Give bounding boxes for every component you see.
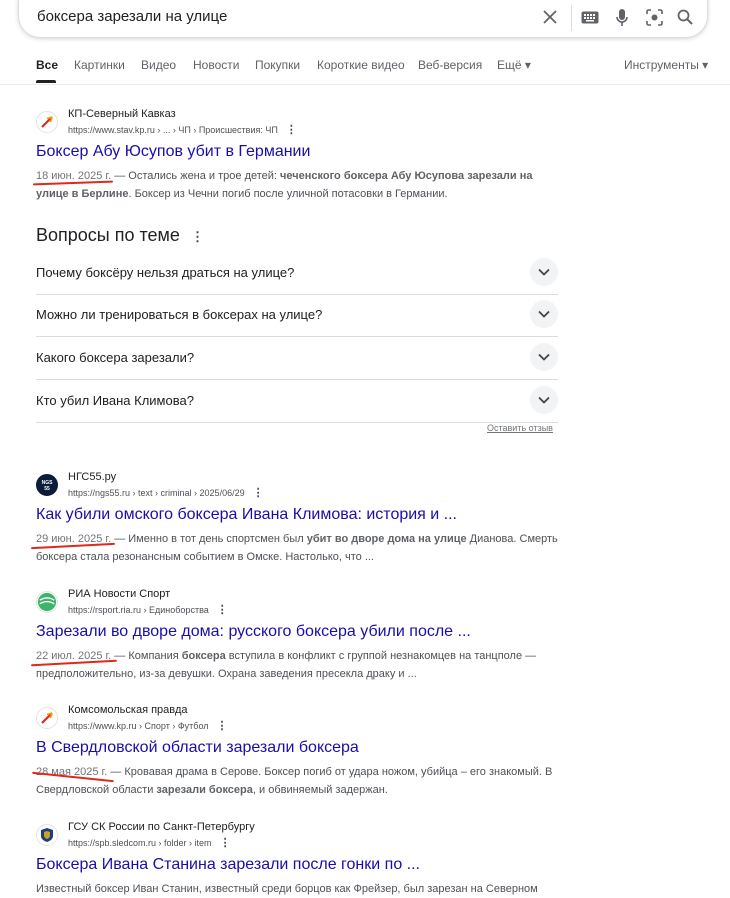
chevron-down-icon[interactable] — [530, 258, 558, 286]
result-site-name: НГС55.ру — [68, 471, 117, 483]
search-divider — [571, 5, 572, 31]
result-site-name: РИА Новости Спорт — [68, 588, 171, 600]
result-url[interactable]: https://ngs55.ru › text › criminal › 202… — [68, 486, 264, 499]
chevron-down-icon[interactable] — [530, 386, 558, 414]
tab-all[interactable]: Все — [36, 58, 58, 72]
result-site-name: ГСУ СК России по Санкт-Петербургу — [68, 821, 255, 833]
result-site-name: КП-Северный Кавказ — [68, 108, 176, 120]
paa-heading: Вопросы по теме ⋮ — [36, 225, 204, 245]
tab-shopping[interactable]: Покупки — [255, 58, 300, 72]
more-options-icon[interactable]: ⋮ — [217, 603, 228, 616]
result-title-link[interactable]: Боксер Абу Юсупов убит в Германии — [36, 143, 310, 161]
kp-icon — [36, 111, 58, 133]
tab-video[interactable]: Видео — [141, 58, 176, 72]
paa-question[interactable]: Кто убил Ивана Климова? — [36, 380, 558, 423]
result-snippet: 18 июн. 2025 г. — Остались жена и трое д… — [36, 170, 533, 200]
result-title-link[interactable]: Зарезали во дворе дома: русского боксера… — [36, 623, 471, 641]
chevron-down-icon[interactable] — [530, 300, 558, 328]
tab-web[interactable]: Веб-версия — [418, 58, 482, 72]
more-options-icon[interactable]: ⋮ — [220, 836, 231, 849]
result-snippet: 28 мая 2025 г. — Кровавая драма в Серове… — [36, 766, 553, 796]
clear-icon[interactable] — [539, 6, 561, 28]
chevron-down-icon[interactable] — [530, 343, 558, 371]
svg-text:55: 55 — [44, 486, 50, 492]
search-tabs: Все Картинки Видео Новости Покупки Корот… — [0, 58, 730, 85]
active-tab-indicator — [36, 80, 56, 83]
more-options-icon[interactable]: ⋮ — [253, 486, 264, 499]
result-url[interactable]: https://spb.sledcom.ru › folder › item ⋮ — [68, 836, 231, 849]
feedback-link[interactable]: Оставить отзыв — [487, 423, 553, 433]
result-url[interactable]: https://rsport.ria.ru › Единоборства ⋮ — [68, 603, 228, 616]
result-url[interactable]: https://www.stav.kp.ru › ... › ЧП › Прои… — [68, 123, 297, 136]
microphone-icon[interactable] — [611, 6, 633, 28]
search-box[interactable]: боксера зарезали на улице — [18, 0, 708, 38]
sk-icon — [36, 824, 58, 846]
tab-short-videos[interactable]: Короткие видео — [317, 58, 405, 72]
search-icon[interactable] — [674, 6, 696, 28]
tab-news[interactable]: Новости — [193, 58, 239, 72]
tab-images[interactable]: Картинки — [74, 58, 125, 72]
result-snippet: Известный боксер Иван Станин, известный … — [36, 883, 538, 895]
result-snippet: 29 июн. 2025 г. — Именно в тот день спор… — [36, 533, 558, 563]
result-title-link[interactable]: Как убили омского боксера Ивана Климова:… — [36, 506, 457, 524]
result-url[interactable]: https://www.kp.ru › Спорт › Футбол ⋮ — [68, 719, 228, 732]
kp-icon — [36, 707, 58, 729]
ria-icon — [36, 591, 58, 613]
result-title-link[interactable]: В Свердловской области зарезали боксера — [36, 739, 359, 757]
lens-icon[interactable] — [643, 6, 665, 28]
result-title-link[interactable]: Боксера Ивана Станина зарезали после гон… — [36, 856, 420, 874]
paa-question[interactable]: Почему боксёру нельзя драться на улице? — [36, 252, 558, 295]
keyboard-icon[interactable] — [579, 6, 601, 28]
result-site-name: Комсомольская правда — [68, 704, 188, 716]
ngs-icon: NGS 55 — [36, 474, 58, 496]
result-snippet: 22 июл. 2025 г. — Компания боксера вступ… — [36, 650, 537, 680]
search-input[interactable]: боксера зарезали на улице — [37, 8, 227, 25]
paa-question[interactable]: Можно ли тренироваться в боксерах на ули… — [36, 294, 558, 337]
tools-button[interactable]: Инструменты ▾ — [624, 58, 708, 72]
more-options-icon[interactable]: ⋮ — [286, 123, 297, 136]
tab-more[interactable]: Ещё ▾ — [497, 58, 531, 72]
more-options-icon[interactable]: ⋮ — [217, 719, 228, 732]
paa-question[interactable]: Какого боксера зарезали? — [36, 337, 558, 380]
more-options-icon[interactable]: ⋮ — [191, 229, 204, 244]
